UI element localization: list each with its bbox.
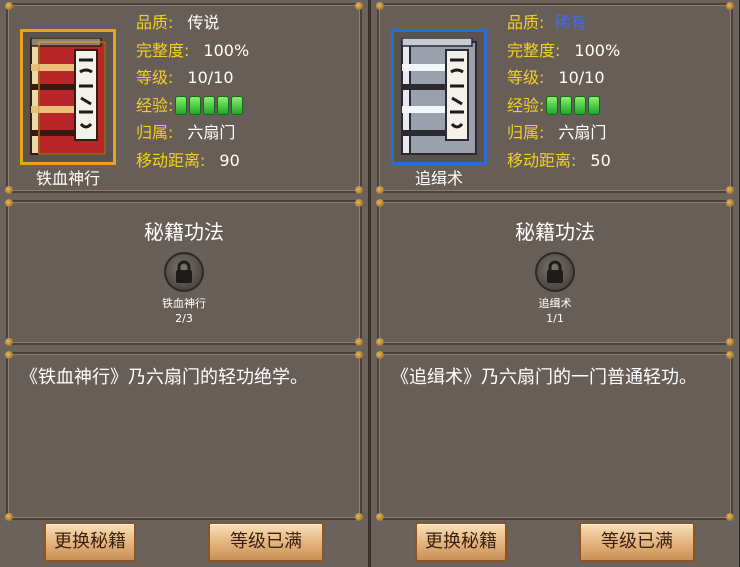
stat-level: 等级: 10/10: [136, 68, 234, 87]
book-cover-icon: [401, 38, 477, 155]
swap-book-button[interactable]: 更换秘籍: [415, 522, 507, 562]
book-stats: 品质: 传说 完整度: 100% 等级: 10/10 经验: 归属: 六扇门 移…: [136, 9, 356, 174]
exp-segment: [175, 95, 188, 115]
stat-integrity: 完整度: 100%: [507, 40, 621, 60]
exp-segment: [189, 95, 202, 115]
skill-slot[interactable]: [164, 252, 204, 292]
exp-segment: [217, 95, 230, 115]
book-icon-frame[interactable]: [20, 29, 116, 165]
stat-owner: 归属: 六扇门: [136, 123, 236, 142]
exp-segment: [574, 95, 587, 115]
exp-segment: [560, 95, 573, 115]
stat-exp: 经验:: [136, 92, 356, 120]
skill-name: 铁血神行: [162, 297, 206, 310]
exp-segment: [231, 95, 244, 115]
quality-value: 稀有: [554, 13, 587, 32]
lock-icon: [547, 260, 563, 283]
book-description: 《铁血神行》乃六扇门的轻功绝学。: [20, 367, 308, 388]
book-info-panel: 铁血神行 品质: 传说 完整度: 100% 等级: 10/10 经验: 归属: …: [5, 2, 363, 194]
skill-name: 追缉术: [538, 297, 572, 310]
skill-count: 2/3: [175, 312, 193, 325]
skill-panel: 秘籍功法 铁血神行 2/3: [5, 199, 363, 346]
book-detail-column-2: 追缉术 品质: 稀有 完整度: 100% 等级: 10/10 经验: 归属: 六…: [371, 0, 739, 567]
exp-segment: [546, 95, 559, 115]
stat-quality: 品质: 传说: [136, 9, 356, 37]
stat-move-distance: 移动距离: 90: [136, 150, 240, 170]
skill-section-title: 秘籍功法: [144, 220, 224, 244]
stat-integrity: 完整度: 100%: [136, 40, 250, 60]
stat-exp: 经验:: [507, 92, 727, 120]
exp-bar: [175, 95, 244, 115]
skill-count: 1/1: [546, 312, 564, 325]
skill-section-title: 秘籍功法: [515, 220, 595, 244]
stat-level: 等级: 10/10: [507, 68, 605, 87]
level-max-button[interactable]: 等级已满: [208, 522, 324, 562]
level-max-button[interactable]: 等级已满: [579, 522, 695, 562]
exp-segment: [588, 95, 601, 115]
description-panel: 《铁血神行》乃六扇门的轻功绝学。: [5, 351, 363, 521]
lock-icon: [176, 260, 192, 283]
book-name: 追缉术: [414, 169, 463, 188]
exp-segment: [203, 95, 216, 115]
skill-panel: 秘籍功法 追缉术 1/1: [376, 199, 734, 346]
book-stats: 品质: 稀有 完整度: 100% 等级: 10/10 经验: 归属: 六扇门 移…: [507, 9, 727, 174]
stat-quality: 品质: 稀有: [507, 9, 727, 37]
book-description: 《追缉术》乃六扇门的一门普通轻功。: [391, 367, 697, 388]
book-icon-frame[interactable]: [391, 29, 487, 165]
book-info-panel: 追缉术 品质: 稀有 完整度: 100% 等级: 10/10 经验: 归属: 六…: [376, 2, 734, 194]
exp-bar: [546, 95, 601, 115]
quality-value: 传说: [187, 13, 220, 32]
swap-book-button[interactable]: 更换秘籍: [44, 522, 136, 562]
stat-owner: 归属: 六扇门: [507, 123, 607, 142]
description-panel: 《追缉术》乃六扇门的一门普通轻功。: [376, 351, 734, 521]
skill-slot[interactable]: [535, 252, 575, 292]
book-detail-column-1: 铁血神行 品质: 传说 完整度: 100% 等级: 10/10 经验: 归属: …: [0, 0, 368, 567]
stat-move-distance: 移动距离: 50: [507, 150, 611, 170]
book-cover-icon: [30, 38, 106, 155]
book-name: 铁血神行: [35, 169, 100, 188]
